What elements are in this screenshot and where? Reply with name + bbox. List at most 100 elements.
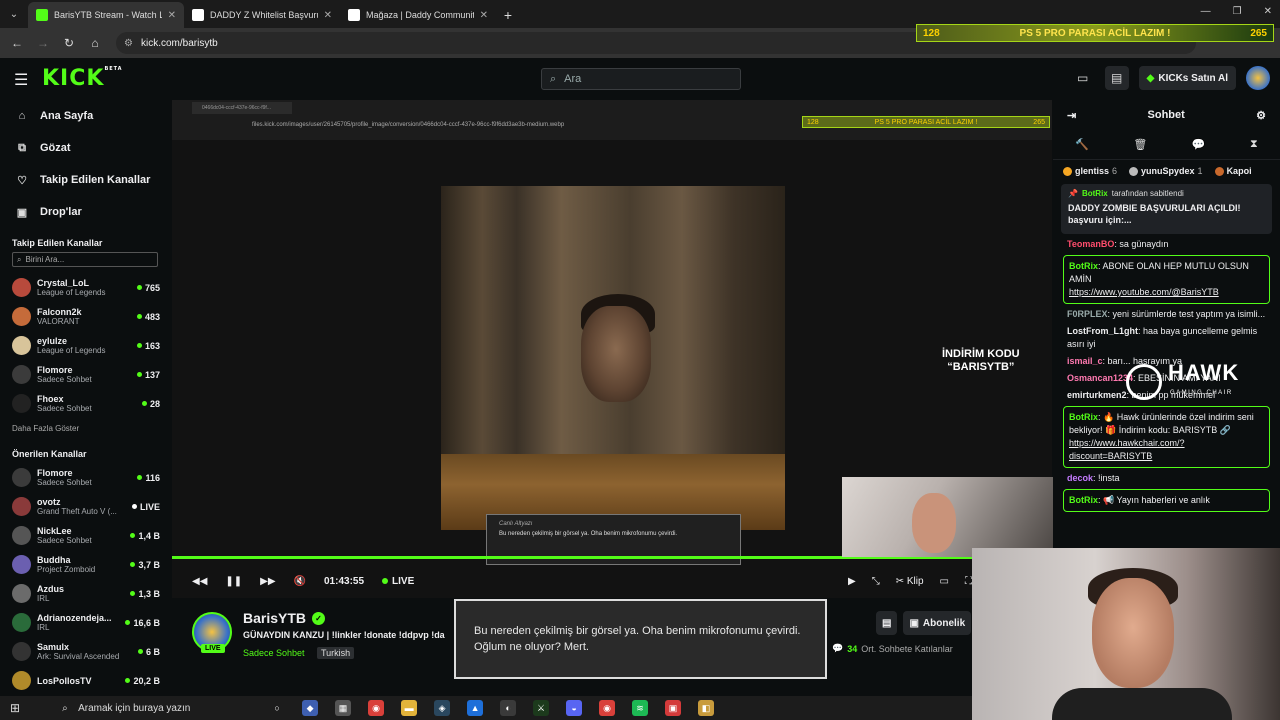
channel-item[interactable]: Adrianozendeja... IRL 16,6 B (0, 608, 170, 637)
viewer-label: Ort. Sohbete Katılanlar (861, 643, 953, 654)
steam-icon[interactable]: ◈ (434, 700, 451, 716)
message-user[interactable]: emirturkmen2 (1067, 390, 1127, 400)
spotify-icon[interactable]: ≋ (632, 700, 649, 716)
sidebar-nav-item[interactable]: ⌂ Ana Sayfa (0, 100, 170, 132)
menu-icon[interactable]: ☰ (14, 70, 28, 90)
clip-button[interactable]: ✂ Klip (896, 576, 924, 587)
channel-item[interactable]: Buddha Project Zomboid 3,7 B (0, 550, 170, 579)
channel-item[interactable]: Falconn2k VALORANT 483 (0, 302, 170, 331)
sidebar-nav-item[interactable]: ⧉ Gözat (0, 132, 170, 164)
obs-icon[interactable]: ◐ (500, 700, 517, 716)
tab-close-icon[interactable]: ✕ (480, 10, 488, 21)
message-user[interactable]: F0RPLEX (1067, 309, 1108, 319)
channel-item[interactable]: Azdus IRL 1,3 B (0, 579, 170, 608)
home-icon[interactable]: ⌂ (84, 32, 106, 54)
fullscreen-icon[interactable]: ⛶ (965, 576, 972, 587)
message-link[interactable]: https://www.youtube.com/@BarisYTB (1069, 287, 1219, 297)
app-icon[interactable]: ▣ (665, 700, 682, 716)
task-view-icon[interactable]: ○ (269, 700, 286, 716)
windows-start-icon[interactable]: ⊞ (10, 701, 20, 715)
discord-icon[interactable]: ◒ (566, 700, 583, 716)
layout-icon[interactable]: ▤ (1104, 66, 1129, 90)
minimize-player-icon[interactable]: ⤡ (872, 576, 880, 587)
app-icon[interactable]: ▲ (467, 700, 484, 716)
gifter-item[interactable]: yunuSpydex 1 (1129, 166, 1203, 176)
channel-item[interactable]: Crystal_LoL League of Legends 765 (0, 273, 170, 302)
trash-icon[interactable]: 🗑 (1133, 138, 1147, 151)
back-icon[interactable]: ← (6, 32, 28, 54)
tab-close-icon[interactable]: ✕ (324, 10, 332, 21)
app-icon[interactable]: ◆ (302, 700, 319, 716)
rewind-icon[interactable]: ◀◀ (192, 576, 207, 587)
channel-item[interactable]: Fhoex Sadece Sohbet 28 (0, 389, 170, 418)
pinned-message[interactable]: 📌 BotRix tarafından sabitlendi DADDY ZOMBI… (1061, 184, 1272, 234)
show-more-link[interactable]: Daha Fazla Göster (0, 418, 170, 439)
collapse-chat-icon[interactable]: ⇥ (1067, 109, 1076, 122)
app-icon[interactable]: ⚔ (533, 700, 550, 716)
subscribe-button[interactable]: ▣ Abonelik (903, 611, 972, 635)
minimize-icon[interactable]: — (1201, 6, 1211, 17)
more-options-button[interactable]: ▤ (876, 611, 898, 635)
search-input[interactable]: ⌕ Ara (541, 68, 741, 90)
gifter-item[interactable]: glentiss 6 (1063, 166, 1117, 176)
sidebar-search-input[interactable]: ⌕ Birini Ara... (12, 252, 158, 267)
gifter-item[interactable]: Kapoi (1214, 166, 1255, 176)
stream-content-image (441, 186, 785, 530)
message-user[interactable]: ismail_c (1067, 356, 1103, 366)
browser-tab[interactable]: BarisYTB Stream - Watch Live o ✕ (28, 2, 184, 28)
theater-icon[interactable]: ▭ (940, 576, 949, 587)
mod-hammer-icon[interactable]: 🔨 (1075, 138, 1089, 151)
pause-icon[interactable]: ❚❚ (225, 576, 242, 587)
channel-item[interactable]: NickLee Sadece Sohbet 1,4 B (0, 521, 170, 550)
app-icon[interactable]: ◧ (698, 700, 715, 716)
hourglass-icon[interactable]: ⧗ (1250, 138, 1258, 151)
chrome-icon[interactable]: ◉ (368, 700, 385, 716)
restore-icon[interactable]: ❐ (1233, 6, 1242, 17)
mute-icon[interactable]: 🔇 (294, 576, 306, 587)
forward-icon[interactable]: → (32, 32, 54, 54)
forward-icon[interactable]: ▶▶ (260, 576, 275, 587)
calculator-icon[interactable]: ▦ (335, 700, 352, 716)
message-user[interactable]: TeomanBO (1067, 239, 1114, 249)
channel-category: League of Legends (37, 288, 106, 297)
channel-category: Project Zomboid (37, 565, 96, 574)
message-user[interactable]: LostFrom_L1ght (1067, 326, 1138, 336)
message-user[interactable]: BotRix (1069, 495, 1098, 505)
message-user[interactable]: BotRix (1069, 261, 1098, 271)
sidebar-nav-item[interactable]: ♡ Takip Edilen Kanallar (0, 164, 170, 196)
channel-item[interactable]: Samulx Ark: Survival Ascended 6 B (0, 637, 170, 666)
browser-tab[interactable]: DADDY Z Whitelist Başvurusu | ✕ (184, 2, 340, 28)
user-avatar[interactable] (1246, 66, 1270, 90)
buy-kicks-button[interactable]: ◆ KICKs Satın Al (1138, 66, 1236, 90)
language-tag[interactable]: Turkish (317, 647, 355, 659)
channel-item[interactable]: Flomore Sadece Sohbet 116 (0, 463, 170, 492)
stream-category[interactable]: Sadece Sohbet (243, 648, 305, 658)
kick-logo[interactable]: KICKBETA (42, 66, 123, 91)
channel-item[interactable]: Flomore Sadece Sohbet 137 (0, 360, 170, 389)
channel-item[interactable]: LosPollosTV 20,2 B (0, 666, 170, 695)
chrome-icon[interactable]: ◉ (599, 700, 616, 716)
tab-search-icon[interactable]: ⌄ (0, 0, 28, 28)
taskbar-search[interactable]: ⌕ Aramak için buraya yazın (32, 696, 257, 720)
channel-info: ovotz Grand Theft Auto V (... (37, 497, 126, 516)
new-tab-button[interactable]: + (496, 2, 520, 28)
site-info-icon[interactable]: ⚙ (124, 38, 133, 49)
tab-close-icon[interactable]: ✕ (168, 10, 176, 21)
chat-users-icon[interactable]: ⚙ (1256, 109, 1266, 122)
message-user[interactable]: decok (1067, 473, 1093, 483)
message-user[interactable]: BotRix (1069, 412, 1098, 422)
browser-tab[interactable]: Mağaza | Daddy Community ✕ (340, 2, 496, 28)
chat-bubble-icon[interactable]: 💬 (1192, 138, 1206, 151)
viewer-count: 765 (144, 282, 160, 293)
channel-item[interactable]: ovotz Grand Theft Auto V (... LIVE (0, 492, 170, 521)
streamer-name[interactable]: BarisYTB ✓ (243, 610, 326, 626)
reload-icon[interactable]: ↻ (58, 32, 80, 54)
close-icon[interactable]: ✕ (1264, 6, 1272, 17)
theater-mode-icon[interactable]: ▭ (1071, 66, 1095, 90)
message-link[interactable]: https://www.hawkchair.com/?discount=BARI… (1069, 438, 1185, 461)
sidebar-nav-item[interactable]: ▣ Drop'lar (0, 196, 170, 228)
camera-icon[interactable]: ▶ (848, 576, 856, 587)
channel-item[interactable]: eylulze League of Legends 163 (0, 331, 170, 360)
live-indicator[interactable]: LIVE (382, 576, 414, 587)
folder-icon[interactable]: ▬ (401, 700, 418, 716)
